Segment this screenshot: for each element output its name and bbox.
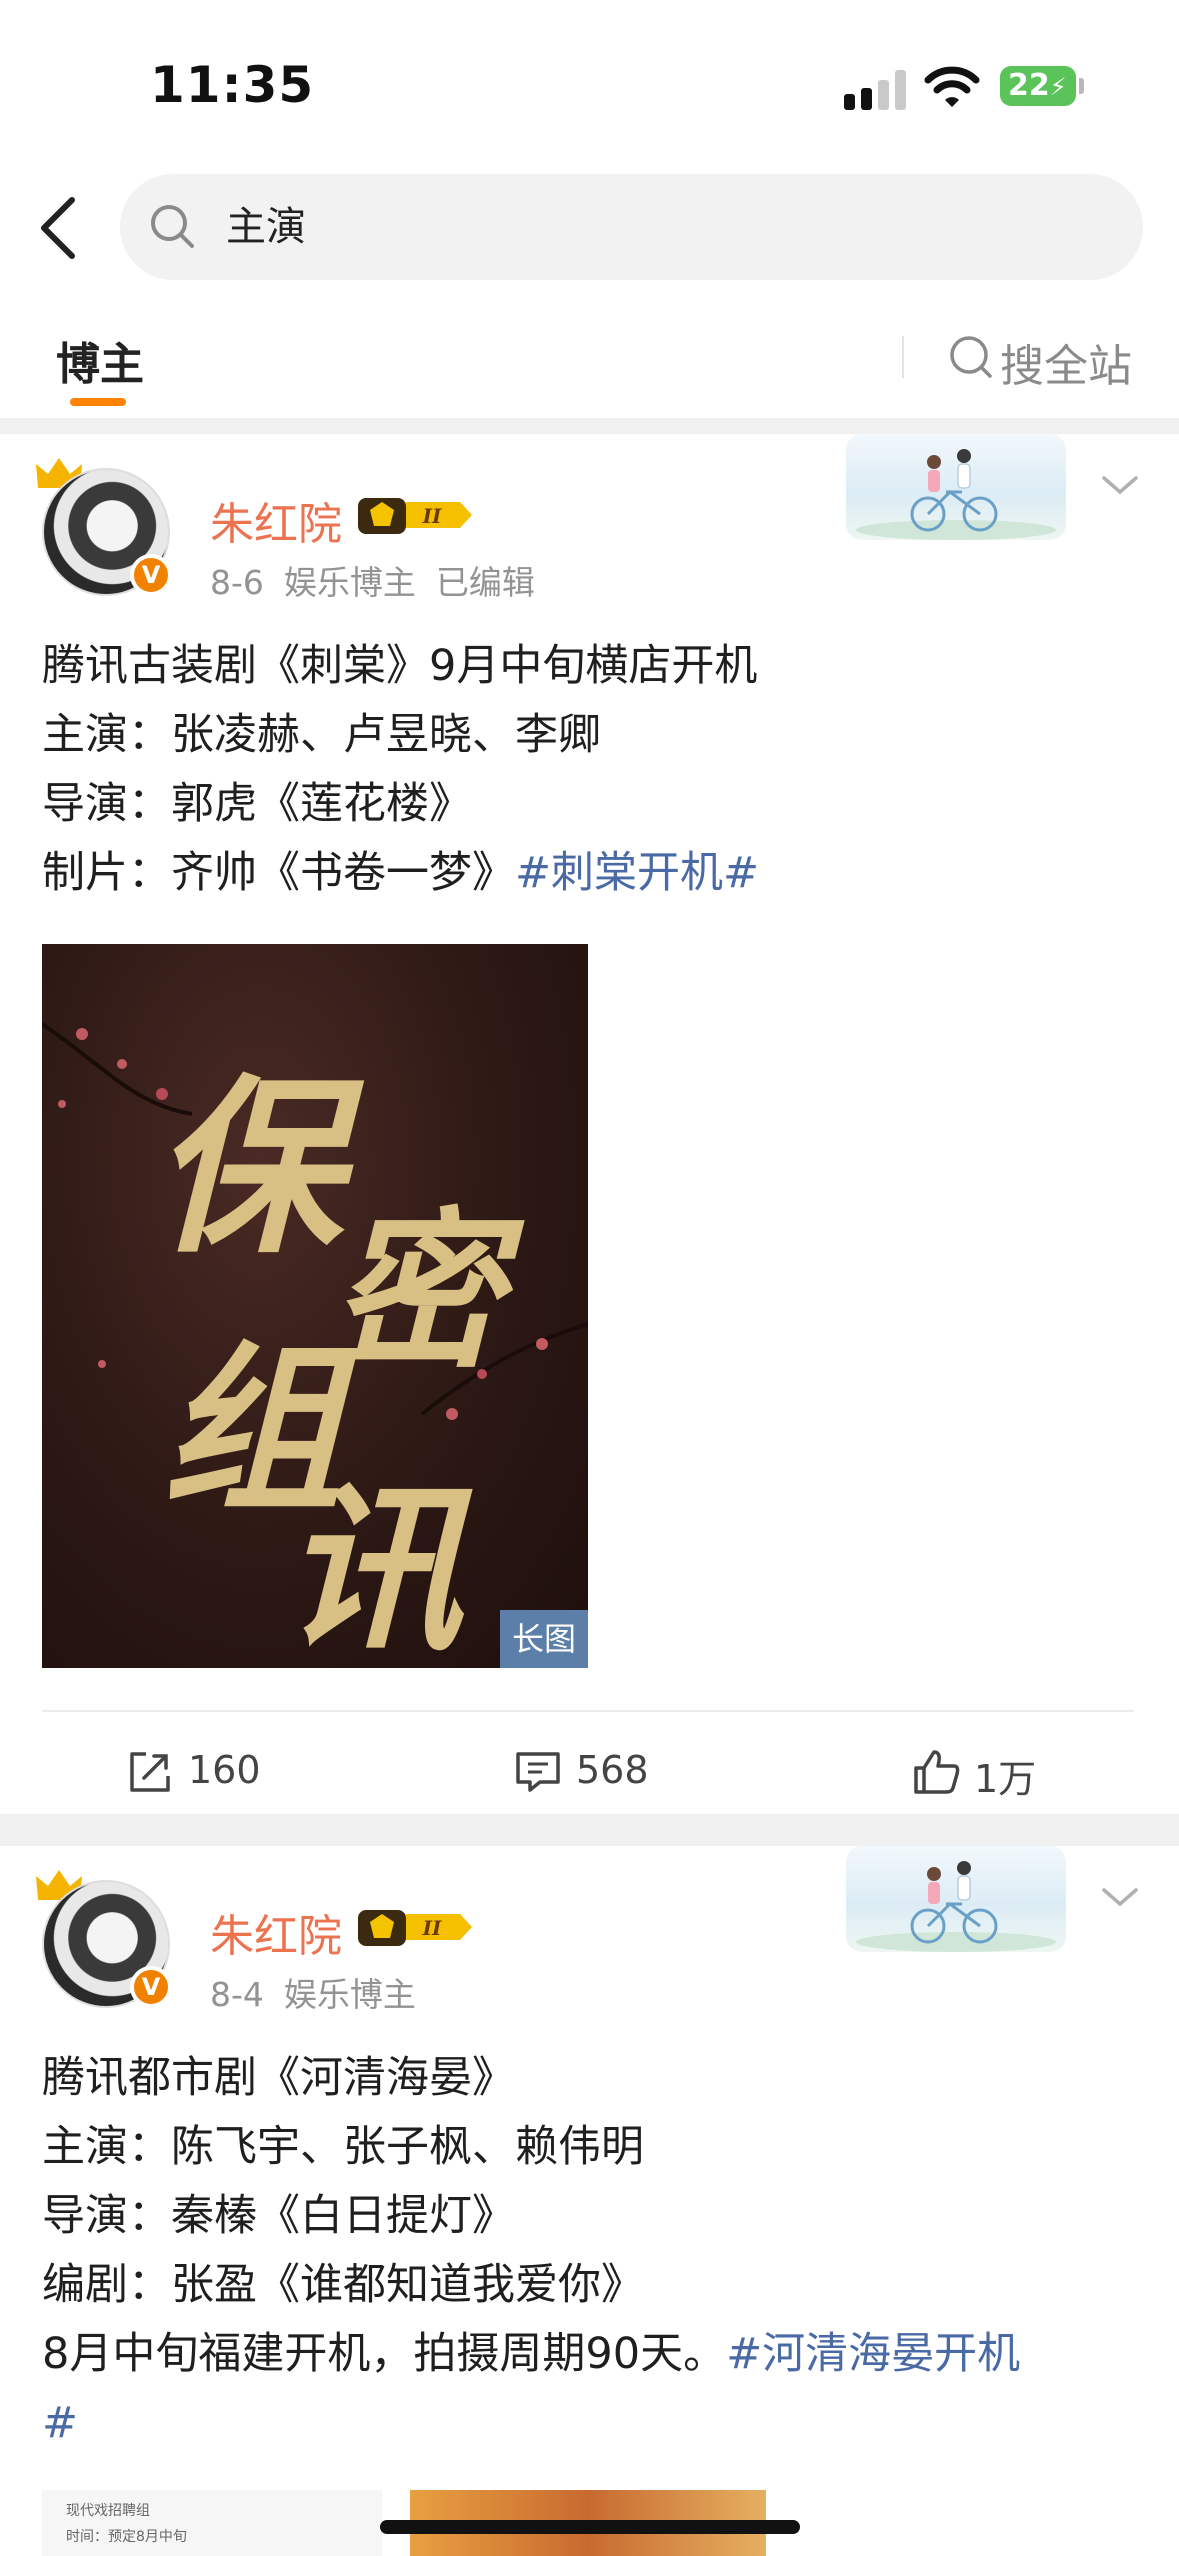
verified-badge-icon: V bbox=[130, 1966, 172, 2008]
hashtag-link[interactable]: #刺棠开机# bbox=[515, 848, 759, 898]
post-text: 腾讯都市剧《河清海晏》 主演：陈飞宇、张子枫、赖伟明 导演：秦榛《白日提灯》 编… bbox=[42, 2044, 1152, 2458]
post-category: 娱乐博主 bbox=[283, 563, 416, 602]
level-badge-label: II bbox=[422, 1916, 442, 1940]
poster-character: 保 bbox=[152, 1056, 343, 1279]
poster-character: 密 bbox=[332, 1192, 503, 1392]
status-bar: 11:35 22⚡ bbox=[0, 0, 1179, 160]
post-text: 腾讯古装剧《刺棠》9月中旬横店开机 主演：张凌赫、卢昱晓、李卿 导演：郭虎《莲花… bbox=[42, 632, 1152, 908]
search-icon bbox=[151, 205, 194, 248]
tab-divider bbox=[902, 336, 904, 378]
thumbnail-text: 时间：预定8月中旬 bbox=[66, 2529, 187, 2545]
like-count: 1万 bbox=[974, 1757, 1037, 1801]
level-badge-icon: II bbox=[358, 1910, 472, 1946]
section-gap bbox=[0, 418, 1179, 434]
status-time: 11:35 bbox=[150, 56, 315, 114]
comment-count: 568 bbox=[576, 1748, 649, 1792]
verified-badge-icon: V bbox=[130, 554, 172, 596]
level-badge-icon: II bbox=[358, 498, 472, 534]
post-line: 腾讯都市剧《河清海晏》 bbox=[42, 2053, 515, 2103]
card-decoration-bicycle bbox=[846, 434, 1066, 540]
avatar[interactable]: V bbox=[34, 454, 176, 596]
search-icon bbox=[950, 336, 992, 378]
post-image-poster[interactable]: 保 密 组 讯 长图 bbox=[42, 944, 588, 1668]
post-meta: 8-6 娱乐博主 已编辑 bbox=[210, 556, 555, 604]
tab-active-indicator bbox=[70, 398, 126, 406]
search-all-label: 搜全站 bbox=[1000, 341, 1132, 392]
edited-label: 已编辑 bbox=[435, 563, 535, 602]
tab-bozhu[interactable]: 博主 bbox=[56, 328, 144, 392]
post-category: 娱乐博主 bbox=[283, 1975, 416, 2014]
battery-level: 22 bbox=[1008, 68, 1050, 103]
card-decoration-bicycle bbox=[846, 1846, 1066, 1952]
more-options-chevron-icon[interactable] bbox=[1098, 1882, 1142, 1912]
search-input[interactable]: 主演 bbox=[226, 202, 306, 252]
comment-icon bbox=[516, 1752, 560, 1792]
home-indicator[interactable] bbox=[380, 2520, 800, 2534]
post-line: 腾讯古装剧《刺棠》9月中旬横店开机 bbox=[42, 641, 758, 691]
post-card[interactable]: V 朱红院 II 8-6 娱乐博主 已编辑 腾讯古装剧《刺棠》9月中旬横店开机 主演… bbox=[0, 434, 1179, 1814]
bicycle-couple-icon bbox=[856, 1861, 1056, 1952]
thumbnail-text: 现代戏招聘组 bbox=[66, 2503, 150, 2519]
post-image-thumbnail[interactable]: 现代戏招聘组 时间：预定8月中旬 bbox=[42, 2490, 382, 2556]
post-card[interactable]: V 朱红院 II 8-4 娱乐博主 腾讯都市剧《河清海晏》 主演：陈飞宇、张子枫、… bbox=[0, 1846, 1179, 2556]
level-badge-label: II bbox=[422, 504, 442, 528]
battery-tip bbox=[1079, 78, 1084, 94]
more-options-chevron-icon[interactable] bbox=[1098, 470, 1142, 500]
long-image-badge: 长图 bbox=[500, 1610, 588, 1668]
hashtag-link[interactable]: #河清海晏开机 bbox=[726, 2329, 1020, 2379]
repost-count: 160 bbox=[188, 1748, 261, 1792]
username[interactable]: 朱红院 bbox=[210, 488, 342, 552]
search-bar[interactable]: 主演 bbox=[120, 174, 1143, 280]
cellular-signal-icon bbox=[844, 70, 908, 110]
back-arrow-icon[interactable] bbox=[28, 190, 88, 266]
hashtag-link-end[interactable]: # bbox=[42, 2398, 78, 2448]
repost-icon bbox=[130, 1752, 170, 1792]
post-line: 主演：张凌赫、卢昱晓、李卿 bbox=[42, 710, 601, 760]
post-line: 制片：齐帅《书卷一梦》 bbox=[42, 848, 515, 898]
username[interactable]: 朱红院 bbox=[210, 1900, 342, 1964]
post-meta: 8-4 娱乐博主 bbox=[210, 1968, 436, 2016]
post-line: 编剧：张盈《谁都知道我爱你》 bbox=[42, 2260, 644, 2310]
post-line: 8月中旬福建开机，拍摄周期90天。 bbox=[42, 2329, 727, 2379]
post-line: 主演：陈飞宇、张子枫、赖伟明 bbox=[42, 2122, 644, 2172]
bicycle-couple-icon bbox=[856, 449, 1056, 540]
thumbs-up-icon bbox=[914, 1750, 960, 1794]
divider bbox=[42, 1710, 1134, 1712]
battery-icon: 22⚡ bbox=[1000, 66, 1076, 106]
post-line: 导演：郭虎《莲花楼》 bbox=[42, 779, 472, 829]
section-gap bbox=[0, 1814, 1179, 1846]
wifi-icon bbox=[924, 66, 980, 107]
tab-bar: 博主 搜全站 bbox=[0, 300, 1179, 418]
post-line: 导演：秦榛《白日提灯》 bbox=[42, 2191, 515, 2241]
poster-character: 讯 bbox=[282, 1465, 463, 1668]
avatar[interactable]: V bbox=[34, 1866, 176, 2008]
post-date: 8-4 bbox=[210, 1975, 264, 2014]
post-date: 8-6 bbox=[210, 563, 264, 602]
